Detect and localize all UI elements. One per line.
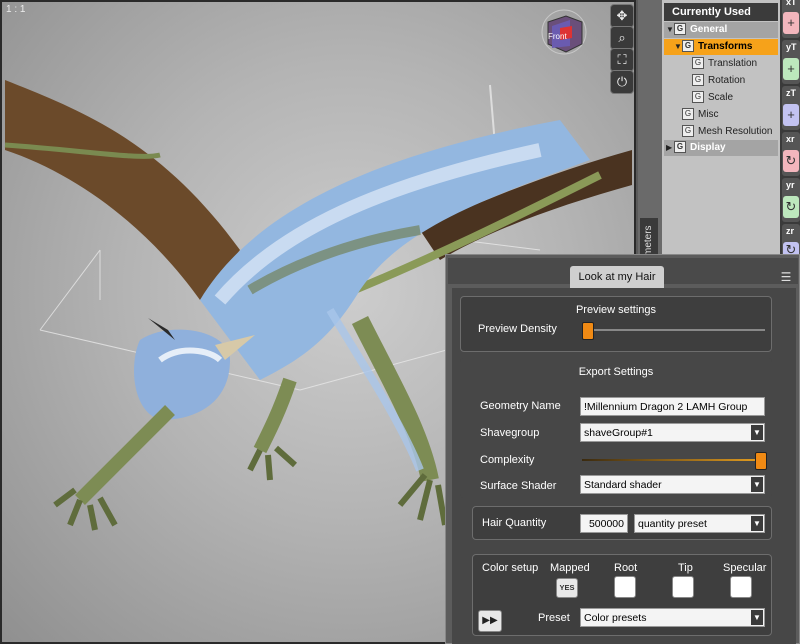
y-rotate-icon[interactable]: ↻	[783, 196, 799, 218]
chevron-down-icon[interactable]: ▼	[751, 477, 763, 492]
expand-triangle-icon[interactable]: ▼	[674, 39, 682, 55]
chevron-down-icon[interactable]: ▼	[751, 425, 763, 440]
color-presets-select[interactable]: Color presets ▼	[580, 608, 765, 627]
tree-header: Currently Used	[664, 3, 778, 21]
tip-label: Tip	[678, 562, 693, 574]
surface-shader-label: Surface Shader	[480, 480, 557, 492]
mapped-label: Mapped	[550, 562, 590, 574]
export-settings-title: Export Settings	[578, 366, 654, 378]
tool-label: zT	[786, 88, 796, 98]
specular-label: Specular	[723, 562, 767, 574]
tree-item-label: Misc	[698, 109, 719, 120]
root-color-swatch[interactable]	[614, 576, 636, 598]
expand-triangle-icon[interactable]: ▶	[666, 140, 674, 156]
tree-item-general[interactable]: ▼ G General	[664, 22, 778, 38]
tool-label: zr	[786, 226, 795, 236]
surface-shader-select[interactable]: Standard shader ▼	[580, 475, 765, 494]
reset-view-icon[interactable]: ⏻	[610, 70, 634, 94]
group-icon: G	[692, 91, 704, 104]
frame-view-icon[interactable]: ⛶	[610, 48, 634, 72]
tree-item-misc[interactable]: G Misc	[664, 107, 778, 123]
quantity-preset-select-value: quantity preset	[638, 518, 707, 530]
group-icon: G	[674, 141, 686, 154]
pane-menu-icon[interactable]: ☰	[778, 270, 794, 284]
expand-triangle-icon[interactable]: ▼	[666, 22, 674, 38]
root-label: Root	[614, 562, 638, 574]
tree-item-label: Scale	[708, 92, 734, 103]
shavegroup-select[interactable]: shaveGroup#1 ▼	[580, 423, 765, 442]
tree-item-translation[interactable]: G Translation	[664, 56, 778, 72]
hair-quantity-input[interactable]: 500000	[580, 514, 628, 533]
color-presets-select-value: Color presets	[584, 612, 647, 624]
tree-item-transforms[interactable]: ▼ G Transforms	[664, 39, 778, 55]
nav-cube-label: Front	[548, 32, 567, 41]
tree-item-label: General	[690, 24, 728, 35]
tree-item-label: Rotation	[708, 75, 746, 86]
tool-label: yT	[786, 42, 797, 52]
group-icon: G	[692, 57, 704, 70]
complexity-label: Complexity	[480, 454, 535, 466]
move-view-icon[interactable]: ✥	[610, 4, 634, 28]
group-icon: G	[674, 23, 686, 36]
tree-item-label: Translation	[708, 58, 758, 69]
tool-label: yr	[786, 180, 795, 190]
tab-look-at-my-hair[interactable]: Look at my Hair	[570, 266, 664, 288]
tree-item-mesh-resolution[interactable]: G Mesh Resolution	[664, 124, 778, 140]
hair-quantity-label: Hair Quantity	[482, 517, 547, 529]
specular-color-swatch[interactable]	[730, 576, 752, 598]
chevron-down-icon[interactable]: ▼	[751, 516, 763, 531]
z-translate-icon[interactable]: +	[783, 104, 799, 126]
mapped-yes-button[interactable]: YES	[556, 578, 578, 598]
tree-item-display[interactable]: ▶ G Display	[664, 140, 778, 156]
preview-density-label: Preview Density	[478, 323, 557, 335]
tip-color-swatch[interactable]	[672, 576, 694, 598]
preview-settings-title: Preview settings	[575, 304, 657, 316]
shavegroup-select-value: shaveGroup#1	[584, 427, 653, 439]
tool-label: xr	[786, 134, 795, 144]
viewport-zoom-label: 1 : 1	[6, 4, 26, 15]
navigation-cube[interactable]: Front	[540, 8, 588, 56]
fast-forward-icon[interactable]: ▶▶	[478, 610, 502, 632]
complexity-slider-thumb[interactable]	[755, 452, 767, 470]
geometry-name-input[interactable]: !Millennium Dragon 2 LAMH Group	[580, 397, 765, 416]
x-translate-icon[interactable]: +	[783, 12, 799, 34]
group-icon: G	[682, 125, 694, 138]
chevron-down-icon[interactable]: ▼	[751, 610, 763, 625]
y-translate-icon[interactable]: +	[783, 58, 799, 80]
surface-shader-select-value: Standard shader	[584, 479, 662, 491]
tree-item-rotation[interactable]: G Rotation	[664, 73, 778, 89]
tree-item-scale[interactable]: G Scale	[664, 90, 778, 106]
tree-item-label: Mesh Resolution	[698, 126, 773, 137]
tree-item-label: Transforms	[698, 41, 753, 52]
group-icon: G	[682, 108, 694, 121]
tool-label: xT	[786, 0, 797, 7]
shavegroup-label: Shavegroup	[480, 427, 540, 439]
color-setup-title: Color setup	[482, 562, 539, 574]
group-icon: G	[692, 74, 704, 87]
group-icon: G	[682, 40, 694, 53]
tree-item-label: Display	[690, 142, 726, 153]
preset-label: Preset	[538, 612, 570, 624]
geometry-name-label: Geometry Name	[480, 400, 561, 412]
preview-density-slider-track[interactable]	[582, 329, 765, 331]
complexity-slider-track[interactable]	[582, 459, 765, 461]
preview-density-slider-thumb[interactable]	[582, 322, 594, 340]
zoom-view-icon[interactable]: ⌕	[610, 26, 634, 50]
x-rotate-icon[interactable]: ↻	[783, 150, 799, 172]
quantity-preset-select[interactable]: quantity preset ▼	[634, 514, 765, 533]
